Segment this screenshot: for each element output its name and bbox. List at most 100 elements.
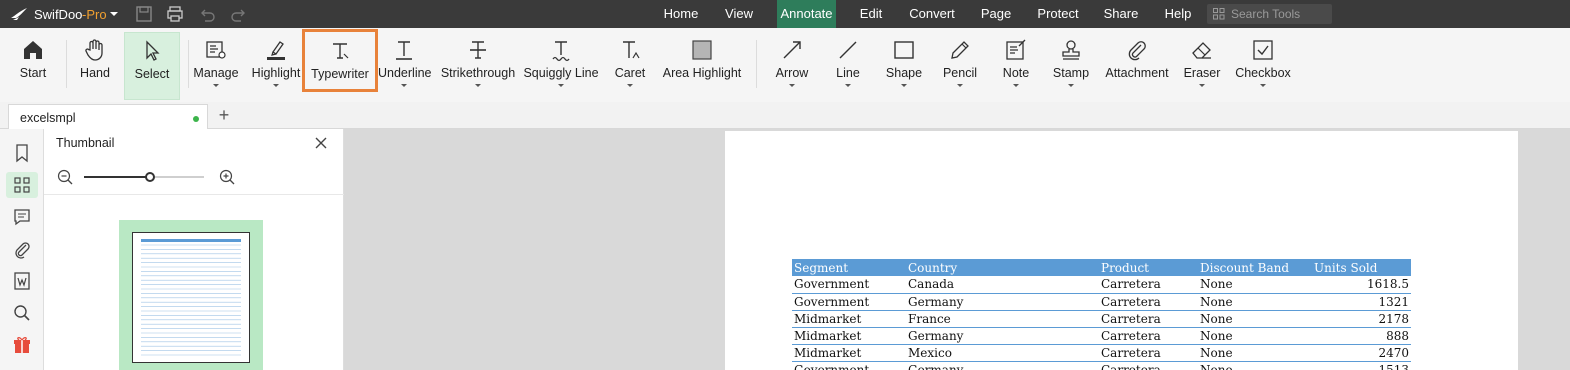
cursor-arrow-icon	[146, 40, 160, 61]
menu-edit[interactable]: Edit	[850, 0, 892, 28]
table-cell: 2470	[1312, 344, 1411, 362]
undo-icon[interactable]	[198, 5, 216, 23]
shape-rectangle-icon	[894, 41, 914, 59]
note-dropdown-icon[interactable]	[1013, 84, 1019, 87]
select-tool-button[interactable]: Select	[124, 32, 180, 100]
squiggly-line-button[interactable]: Squiggly Line	[523, 28, 599, 100]
squiggly-dropdown-icon[interactable]	[558, 84, 564, 87]
print-icon[interactable]	[166, 5, 184, 23]
area-highlight-button[interactable]: Area Highlight	[660, 28, 744, 100]
eraser-button[interactable]: Eraser	[1180, 28, 1224, 100]
pencil-dropdown-icon[interactable]	[957, 84, 963, 87]
checkbox-label: Checkbox	[1235, 66, 1291, 80]
highlight-button[interactable]: Highlight	[248, 28, 304, 100]
gift-icon[interactable]	[12, 335, 32, 355]
table-cell: Government	[792, 293, 906, 311]
squiggly-icon	[552, 41, 570, 62]
thumbnail-panel-title: Thumbnail	[56, 136, 115, 150]
checkbox-button[interactable]: Checkbox	[1234, 28, 1292, 100]
app-dropdown-icon[interactable]	[108, 5, 120, 23]
underline-label: Underline	[378, 66, 432, 80]
arrow-dropdown-icon[interactable]	[789, 84, 795, 87]
hand-label: Hand	[80, 66, 110, 80]
word-icon[interactable]	[12, 271, 32, 291]
note-label: Note	[1002, 66, 1030, 80]
manage-button[interactable]: Manage	[193, 28, 239, 100]
thumbnails-grid-icon[interactable]	[12, 175, 32, 195]
table-cell: Germany	[906, 327, 1099, 345]
checkbox-dropdown-icon[interactable]	[1260, 84, 1266, 87]
manage-list-icon	[206, 41, 226, 59]
add-tab-button[interactable]: +	[215, 106, 233, 124]
document-tab[interactable]: excelsmpl	[8, 104, 208, 130]
zoom-in-icon[interactable]	[219, 169, 235, 185]
line-dropdown-icon[interactable]	[845, 84, 851, 87]
pencil-label: Pencil	[942, 66, 978, 80]
caret-dropdown-icon[interactable]	[627, 84, 633, 87]
caret-button[interactable]: Caret	[608, 28, 652, 100]
close-icon[interactable]	[314, 136, 328, 150]
table-cell: 1618.5	[1312, 276, 1411, 294]
line-button[interactable]: Line	[826, 28, 870, 100]
grid-search-icon	[1213, 8, 1225, 20]
highlighter-icon	[267, 41, 285, 60]
side-rail	[0, 129, 44, 370]
table-cell: None	[1198, 276, 1312, 294]
table-row: Government Germany Carretera None 1513	[792, 361, 1411, 370]
eraser-label: Eraser	[1183, 66, 1221, 80]
bookmark-icon[interactable]	[12, 143, 32, 163]
menu-convert[interactable]: Convert	[904, 0, 960, 28]
redo-icon[interactable]	[230, 5, 248, 23]
page-thumbnail-selected[interactable]	[119, 220, 263, 370]
start-button[interactable]: Start	[10, 28, 56, 100]
typewriter-icon	[333, 43, 349, 59]
manage-dropdown-icon[interactable]	[213, 84, 219, 87]
menu-help[interactable]: Help	[1158, 0, 1198, 28]
thumbnail-zoom-row	[44, 161, 344, 195]
strikethrough-button[interactable]: Strikethrough	[440, 28, 516, 100]
search-tools-box[interactable]: Search Tools	[1207, 4, 1332, 24]
underline-button[interactable]: Underline	[378, 28, 432, 100]
stamp-button[interactable]: Stamp	[1048, 28, 1094, 100]
underline-dropdown-icon[interactable]	[401, 84, 407, 87]
stamp-dropdown-icon[interactable]	[1068, 84, 1074, 87]
highlight-dropdown-icon[interactable]	[273, 84, 279, 87]
search-icon[interactable]	[12, 303, 32, 323]
document-tab-bar: excelsmpl +	[0, 102, 1570, 130]
hand-tool-button[interactable]: Hand	[72, 28, 118, 100]
menu-annotate[interactable]: Annotate	[777, 0, 836, 28]
paperclip-icon	[1128, 41, 1146, 61]
shape-button[interactable]: Shape	[880, 28, 928, 100]
table-cell: None	[1198, 361, 1312, 370]
pencil-button[interactable]: Pencil	[936, 28, 984, 100]
arrow-button[interactable]: Arrow	[768, 28, 816, 100]
table-row: Government Germany Carretera None 1321	[792, 293, 1411, 311]
comments-icon[interactable]	[12, 207, 32, 227]
hand-icon	[85, 39, 103, 61]
attachment-panel-icon[interactable]	[12, 239, 32, 259]
thumbnail-zoom-slider[interactable]	[84, 172, 204, 182]
table-cell: Government	[792, 276, 906, 294]
menu-view[interactable]: View	[717, 0, 761, 28]
menu-page[interactable]: Page	[976, 0, 1016, 28]
menu-share[interactable]: Share	[1099, 0, 1143, 28]
zoom-slider-knob[interactable]	[145, 172, 155, 182]
attachment-button[interactable]: Attachment	[1102, 28, 1172, 100]
menu-home[interactable]: Home	[657, 0, 705, 28]
table-header-row: Segment Country Product Discount Band Un…	[792, 259, 1411, 276]
table-cell: Midmarket	[792, 310, 906, 328]
table-cell: None	[1198, 310, 1312, 328]
strikethrough-dropdown-icon[interactable]	[475, 84, 481, 87]
eraser-dropdown-icon[interactable]	[1199, 84, 1205, 87]
header-discount-band: Discount Band	[1198, 259, 1312, 276]
area-highlight-label: Area Highlight	[662, 66, 742, 80]
save-icon[interactable]	[135, 5, 153, 23]
squiggly-label: Squiggly Line	[523, 66, 599, 80]
menu-protect[interactable]: Protect	[1032, 0, 1084, 28]
typewriter-button[interactable]: Typewriter	[302, 29, 378, 92]
zoom-out-icon[interactable]	[57, 169, 73, 185]
note-button[interactable]: Note	[994, 28, 1038, 100]
table-cell: None	[1198, 344, 1312, 362]
shape-dropdown-icon[interactable]	[901, 84, 907, 87]
select-label: Select	[134, 67, 170, 81]
